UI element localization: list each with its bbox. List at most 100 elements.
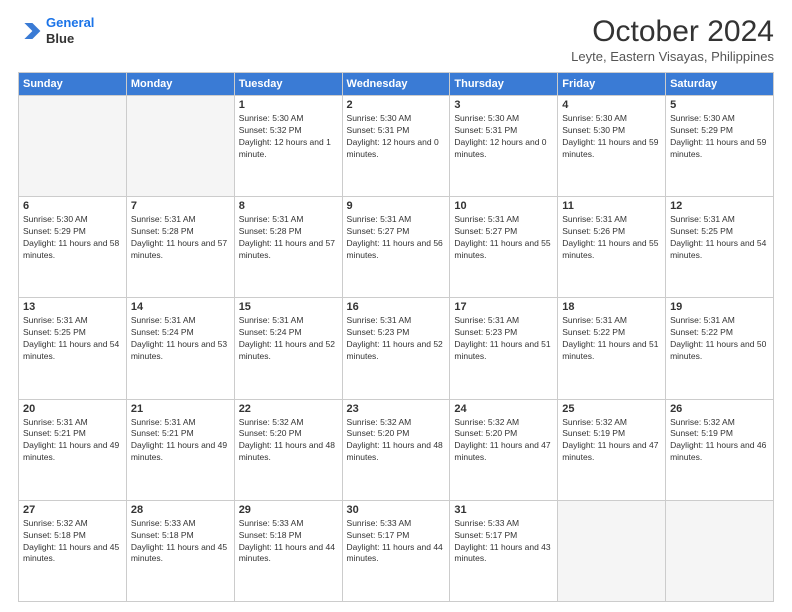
day-number: 11 xyxy=(562,200,661,212)
cell-text: Sunrise: 5:33 AMSunset: 5:17 PMDaylight:… xyxy=(454,518,553,566)
cell-text: Sunrise: 5:31 AMSunset: 5:22 PMDaylight:… xyxy=(562,315,661,363)
calendar-cell: 8Sunrise: 5:31 AMSunset: 5:28 PMDaylight… xyxy=(234,197,342,298)
day-number: 18 xyxy=(562,301,661,313)
cell-text: Sunrise: 5:31 AMSunset: 5:23 PMDaylight:… xyxy=(347,315,446,363)
day-number: 23 xyxy=(347,403,446,415)
logo-icon xyxy=(18,19,42,43)
month-title: October 2024 xyxy=(571,15,774,49)
week-row-4: 20 Sunrise: 5:31 AMSunset: 5:21 PMDayligh… xyxy=(19,399,774,500)
cell-text: Sunrise: 5:30 AMSunset: 5:32 PMDaylight:… xyxy=(239,113,338,161)
day-number: 17 xyxy=(454,301,553,313)
calendar-cell: 6 Sunrise: 5:30 AMSunset: 5:29 PMDaylight… xyxy=(19,197,127,298)
calendar-cell: 13 Sunrise: 5:31 AMSunset: 5:25 PMDayligh… xyxy=(19,298,127,399)
calendar-cell: 30Sunrise: 5:33 AMSunset: 5:17 PMDayligh… xyxy=(342,500,450,601)
cell-text: Sunrise: 5:30 AMSunset: 5:31 PMDaylight:… xyxy=(347,113,446,161)
calendar-cell: 25 Sunrise: 5:32 AMSunset: 5:19 PMDayligh… xyxy=(558,399,666,500)
location-title: Leyte, Eastern Visayas, Philippines xyxy=(571,49,774,64)
day-number: 27 xyxy=(23,504,122,516)
calendar-cell: 22Sunrise: 5:32 AMSunset: 5:20 PMDayligh… xyxy=(234,399,342,500)
calendar-cell xyxy=(19,96,127,197)
calendar-cell: 10 Sunrise: 5:31 AMSunset: 5:27 PMDayligh… xyxy=(450,197,558,298)
day-number: 29 xyxy=(239,504,338,516)
day-number: 1 xyxy=(239,99,338,111)
cell-text: Sunrise: 5:31 AMSunset: 5:24 PMDaylight:… xyxy=(239,315,338,363)
calendar-cell: 26 Sunrise: 5:32 AMSunset: 5:19 PMDayligh… xyxy=(666,399,774,500)
calendar-cell: 5Sunrise: 5:30 AMSunset: 5:29 PMDaylight… xyxy=(666,96,774,197)
calendar-cell xyxy=(126,96,234,197)
day-number: 8 xyxy=(239,200,338,212)
calendar-cell: 4Sunrise: 5:30 AMSunset: 5:30 PMDaylight… xyxy=(558,96,666,197)
cell-text: Sunrise: 5:31 AMSunset: 5:27 PMDaylight:… xyxy=(347,214,446,262)
cell-text: Sunrise: 5:33 AMSunset: 5:18 PMDaylight:… xyxy=(239,518,338,566)
day-number: 14 xyxy=(131,301,230,313)
calendar-cell: 17 Sunrise: 5:31 AMSunset: 5:23 PMDayligh… xyxy=(450,298,558,399)
calendar-cell: 18 Sunrise: 5:31 AMSunset: 5:22 PMDayligh… xyxy=(558,298,666,399)
day-number: 15 xyxy=(239,301,338,313)
day-number: 13 xyxy=(23,301,122,313)
day-number: 2 xyxy=(347,99,446,111)
page: General Blue October 2024 Leyte, Eastern… xyxy=(0,0,792,612)
day-number: 12 xyxy=(670,200,769,212)
weekday-header-sunday: Sunday xyxy=(19,73,127,96)
calendar-cell: 31Sunrise: 5:33 AMSunset: 5:17 PMDayligh… xyxy=(450,500,558,601)
calendar-cell: 12 Sunrise: 5:31 AMSunset: 5:25 PMDayligh… xyxy=(666,197,774,298)
week-row-3: 13 Sunrise: 5:31 AMSunset: 5:25 PMDayligh… xyxy=(19,298,774,399)
calendar-cell: 11Sunrise: 5:31 AMSunset: 5:26 PMDayligh… xyxy=(558,197,666,298)
cell-text: Sunrise: 5:31 AMSunset: 5:23 PMDaylight:… xyxy=(454,315,553,363)
cell-text: Sunrise: 5:30 AMSunset: 5:31 PMDaylight:… xyxy=(454,113,553,161)
day-number: 9 xyxy=(347,200,446,212)
day-number: 7 xyxy=(131,200,230,212)
weekday-header-thursday: Thursday xyxy=(450,73,558,96)
calendar-cell: 24Sunrise: 5:32 AMSunset: 5:20 PMDayligh… xyxy=(450,399,558,500)
cell-text: Sunrise: 5:33 AMSunset: 5:17 PMDaylight:… xyxy=(347,518,446,566)
day-number: 4 xyxy=(562,99,661,111)
weekday-header-wednesday: Wednesday xyxy=(342,73,450,96)
calendar-cell: 1 Sunrise: 5:30 AMSunset: 5:32 PMDaylight… xyxy=(234,96,342,197)
calendar-cell: 9 Sunrise: 5:31 AMSunset: 5:27 PMDaylight… xyxy=(342,197,450,298)
day-number: 21 xyxy=(131,403,230,415)
cell-text: Sunrise: 5:32 AMSunset: 5:19 PMDaylight:… xyxy=(562,417,661,465)
calendar-cell: 7Sunrise: 5:31 AMSunset: 5:28 PMDaylight… xyxy=(126,197,234,298)
header: General Blue October 2024 Leyte, Eastern… xyxy=(18,15,774,64)
cell-text: Sunrise: 5:33 AMSunset: 5:18 PMDaylight:… xyxy=(131,518,230,566)
cell-text: Sunrise: 5:31 AMSunset: 5:27 PMDaylight:… xyxy=(454,214,553,262)
cell-text: Sunrise: 5:31 AMSunset: 5:24 PMDaylight:… xyxy=(131,315,230,363)
calendar-cell: 19Sunrise: 5:31 AMSunset: 5:22 PMDayligh… xyxy=(666,298,774,399)
day-number: 24 xyxy=(454,403,553,415)
calendar-cell: 16 Sunrise: 5:31 AMSunset: 5:23 PMDayligh… xyxy=(342,298,450,399)
day-number: 6 xyxy=(23,200,122,212)
cell-text: Sunrise: 5:31 AMSunset: 5:25 PMDaylight:… xyxy=(670,214,769,262)
day-number: 3 xyxy=(454,99,553,111)
calendar-table: SundayMondayTuesdayWednesdayThursdayFrid… xyxy=(18,72,774,602)
calendar-cell: 14 Sunrise: 5:31 AMSunset: 5:24 PMDayligh… xyxy=(126,298,234,399)
calendar-cell: 28 Sunrise: 5:33 AMSunset: 5:18 PMDayligh… xyxy=(126,500,234,601)
cell-text: Sunrise: 5:32 AMSunset: 5:20 PMDaylight:… xyxy=(239,417,338,465)
calendar-cell: 23 Sunrise: 5:32 AMSunset: 5:20 PMDayligh… xyxy=(342,399,450,500)
day-number: 26 xyxy=(670,403,769,415)
week-row-2: 6 Sunrise: 5:30 AMSunset: 5:29 PMDaylight… xyxy=(19,197,774,298)
calendar-cell: 29 Sunrise: 5:33 AMSunset: 5:18 PMDayligh… xyxy=(234,500,342,601)
weekday-header-tuesday: Tuesday xyxy=(234,73,342,96)
cell-text: Sunrise: 5:32 AMSunset: 5:20 PMDaylight:… xyxy=(347,417,446,465)
cell-text: Sunrise: 5:31 AMSunset: 5:22 PMDaylight:… xyxy=(670,315,769,363)
logo: General Blue xyxy=(18,15,94,46)
calendar-cell xyxy=(666,500,774,601)
day-number: 20 xyxy=(23,403,122,415)
day-number: 28 xyxy=(131,504,230,516)
day-number: 25 xyxy=(562,403,661,415)
weekday-header-monday: Monday xyxy=(126,73,234,96)
cell-text: Sunrise: 5:30 AMSunset: 5:29 PMDaylight:… xyxy=(670,113,769,161)
weekday-header-saturday: Saturday xyxy=(666,73,774,96)
cell-text: Sunrise: 5:30 AMSunset: 5:29 PMDaylight:… xyxy=(23,214,122,262)
weekday-header-friday: Friday xyxy=(558,73,666,96)
day-number: 16 xyxy=(347,301,446,313)
calendar-cell: 20Sunrise: 5:31 AMSunset: 5:21 PMDayligh… xyxy=(19,399,127,500)
cell-text: Sunrise: 5:31 AMSunset: 5:25 PMDaylight:… xyxy=(23,315,122,363)
cell-text: Sunrise: 5:31 AMSunset: 5:21 PMDaylight:… xyxy=(131,417,230,465)
calendar-cell xyxy=(558,500,666,601)
calendar-cell: 15 Sunrise: 5:31 AMSunset: 5:24 PMDayligh… xyxy=(234,298,342,399)
day-number: 10 xyxy=(454,200,553,212)
weekday-header-row: SundayMondayTuesdayWednesdayThursdayFrid… xyxy=(19,73,774,96)
cell-text: Sunrise: 5:32 AMSunset: 5:19 PMDaylight:… xyxy=(670,417,769,465)
cell-text: Sunrise: 5:32 AMSunset: 5:18 PMDaylight:… xyxy=(23,518,122,566)
